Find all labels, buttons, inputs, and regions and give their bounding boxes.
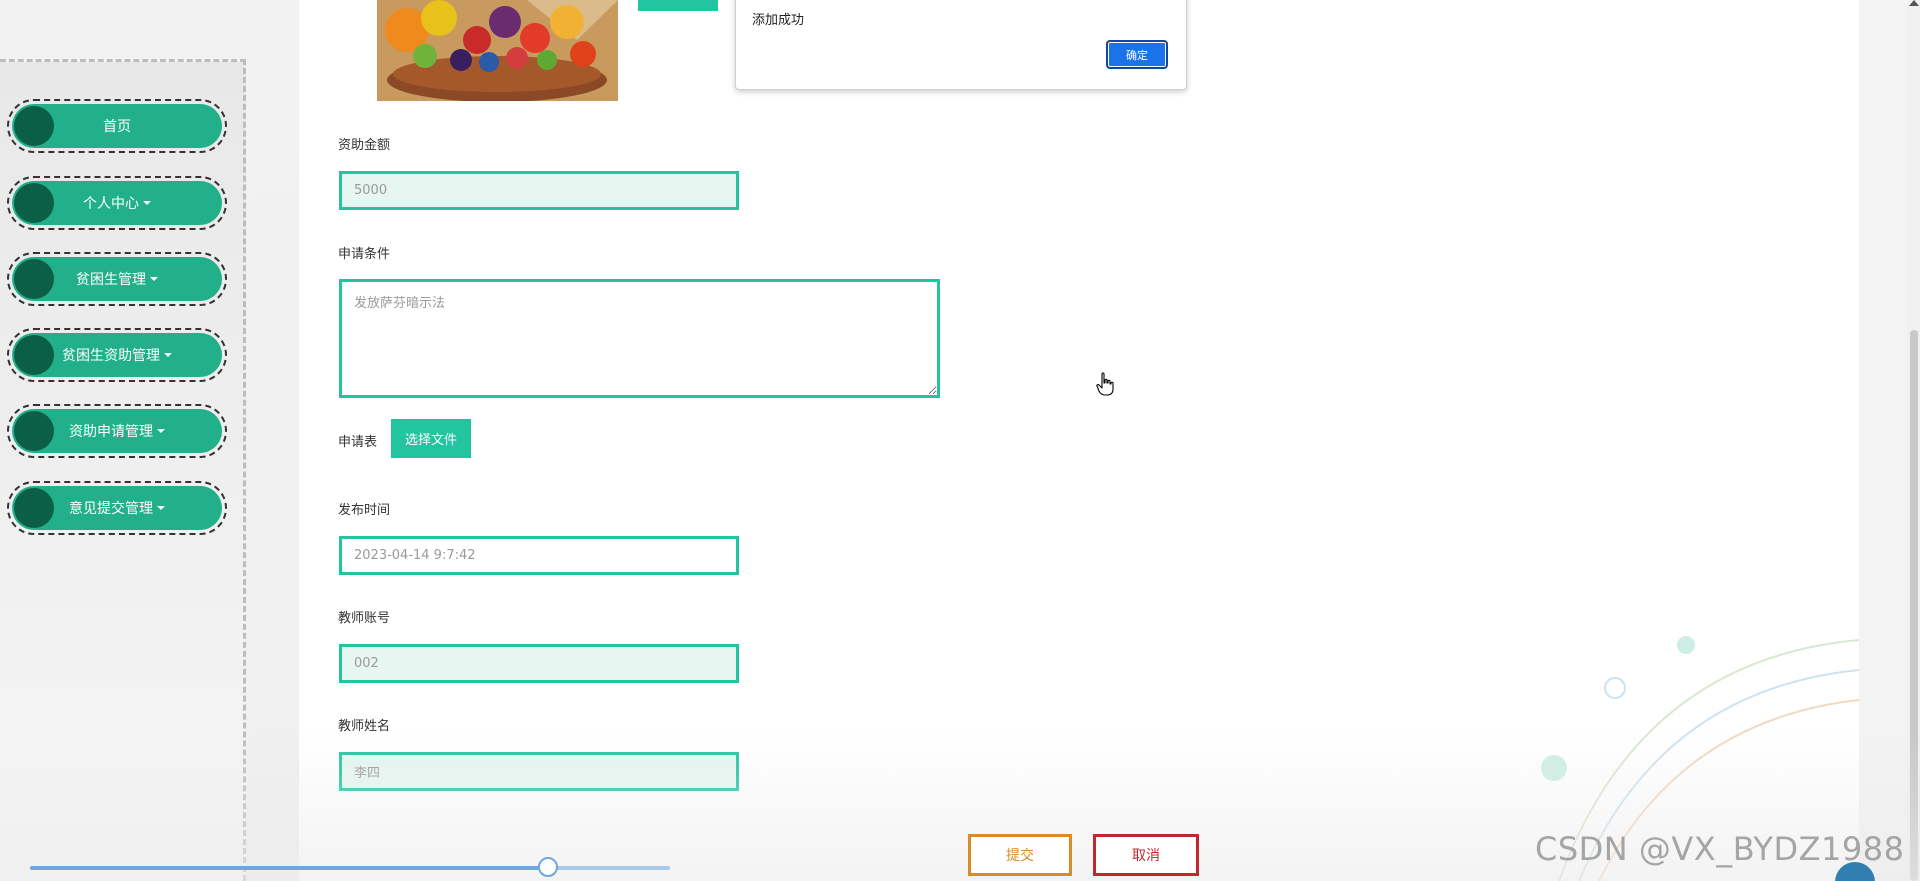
submit-button[interactable]: 提交 [968, 834, 1072, 876]
publish-time-field[interactable] [339, 536, 739, 575]
sidebar-item-pill: 贫困生管理 [12, 257, 222, 301]
teacher-name-label: 教师姓名 [338, 719, 391, 734]
sidebar-item-pill: 资助申请管理 [12, 409, 222, 453]
decorative-arcs [1541, 636, 1860, 881]
caret-down-icon [143, 201, 151, 205]
upload-button-partial[interactable] [638, 0, 718, 11]
sidebar-item-label: 贫困生管理 [76, 272, 146, 288]
amount-label: 资助金额 [338, 138, 391, 153]
sidebar-item-pill: 首页 [12, 104, 222, 148]
nav-dot-icon [14, 259, 54, 299]
sidebar-item-student-management[interactable]: 贫困生管理 [7, 252, 227, 306]
caret-down-icon [150, 277, 158, 281]
publish-time-label: 发布时间 [338, 503, 391, 518]
nav-dot-icon [14, 411, 54, 451]
hand-cursor-icon [1096, 372, 1114, 396]
condition-textarea[interactable]: 发放萨芬暗示法 [339, 279, 940, 398]
sidebar-item-pill: 贫困生资助管理 [12, 333, 222, 377]
sidebar-item-label: 首页 [103, 119, 131, 135]
teacher-name-field[interactable] [339, 752, 739, 791]
caret-down-icon [157, 506, 165, 510]
dialog-ok-button[interactable]: 确定 [1106, 40, 1168, 69]
dialog-message: 添加成功 [752, 13, 805, 28]
sidebar-item-label: 个人中心 [83, 196, 139, 212]
sidebar-item-label: 意见提交管理 [69, 501, 153, 517]
sidebar-item-feedback-management[interactable]: 意见提交管理 [7, 481, 227, 535]
nav-dot-icon [14, 106, 54, 146]
cancel-button[interactable]: 取消 [1093, 834, 1199, 876]
condition-label: 申请条件 [338, 247, 391, 262]
nav-dot-icon [14, 488, 54, 528]
caret-down-icon [164, 353, 172, 357]
sidebar-item-application-management[interactable]: 资助申请管理 [7, 404, 227, 458]
sidebar-item-pill: 意见提交管理 [12, 486, 222, 530]
sidebar-item-personal-center[interactable]: 个人中心 [7, 176, 227, 230]
page: 首页 个人中心 贫困生管理 贫困生资助管理 资助申请管理 意见提交管理 资助金额… [0, 0, 1920, 881]
sidebar-item-home[interactable]: 首页 [7, 99, 227, 153]
sidebar-item-label: 贫困生资助管理 [62, 348, 160, 364]
main-content [299, 0, 1859, 881]
application-form-label: 申请表 [338, 435, 378, 450]
sidebar-item-pill: 个人中心 [12, 181, 222, 225]
fruit-basket-image [377, 0, 618, 101]
alert-dialog: 添加成功 确定 [735, 0, 1187, 90]
teacher-account-field[interactable] [339, 644, 739, 683]
choose-file-button[interactable]: 选择文件 [391, 419, 471, 458]
nav-dot-icon [14, 183, 54, 223]
slider-fill [30, 866, 549, 870]
amount-field[interactable] [339, 171, 739, 210]
caret-down-icon [157, 429, 165, 433]
nav-dot-icon [14, 335, 54, 375]
sidebar-item-aid-management[interactable]: 贫困生资助管理 [7, 328, 227, 382]
scrollbar-thumb[interactable] [1910, 330, 1918, 881]
scroll-up-arrow-icon[interactable] [1909, 0, 1919, 6]
teacher-account-label: 教师账号 [338, 611, 391, 626]
sidebar-item-label: 资助申请管理 [69, 424, 153, 440]
